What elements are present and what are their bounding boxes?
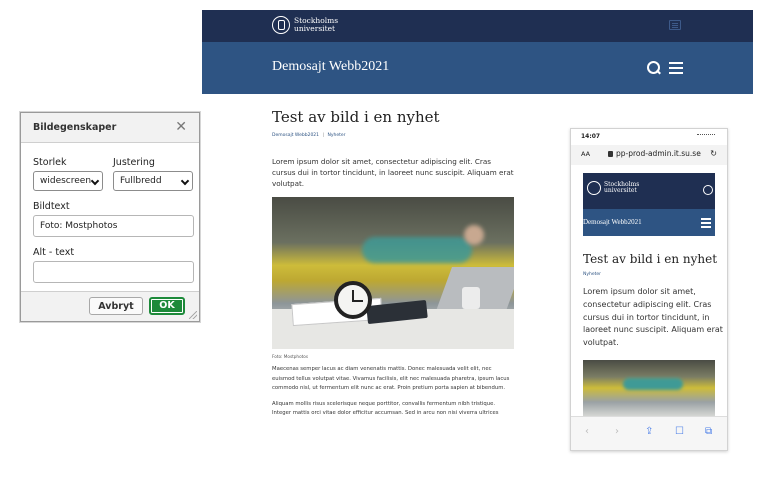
- logo-line2: universitet: [294, 24, 336, 33]
- breadcrumb-section[interactable]: Nyheter: [327, 133, 345, 138]
- mobile-preview: 14:07 AA pp-prod-admin.it.su.se ↻ Stockh…: [570, 128, 728, 451]
- forward-icon[interactable]: ›: [615, 426, 619, 437]
- breadcrumb-home[interactable]: Demosajt Webb2021: [272, 133, 319, 138]
- share-icon[interactable]: ⇪: [645, 426, 653, 437]
- site-name-link[interactable]: Demosajt Webb2021: [272, 59, 389, 75]
- phone-time: 14:07: [581, 133, 601, 140]
- site-navbar: Demosajt Webb2021: [202, 42, 753, 94]
- hamburger-menu-icon[interactable]: [701, 218, 711, 230]
- phone-url[interactable]: pp-prod-admin.it.su.se: [616, 149, 701, 158]
- photo-caption: Foto: Mostphotos: [272, 354, 309, 359]
- text-size-button[interactable]: AA: [581, 150, 590, 158]
- phone-address-bar[interactable]: AA pp-prod-admin.it.su.se ↻: [571, 145, 727, 165]
- university-seal-icon: [587, 181, 601, 195]
- lock-icon: [608, 151, 613, 157]
- phone-site-name[interactable]: Demosajt Webb2021: [583, 218, 642, 226]
- phone-site-logo[interactable]: Stockholms universitet: [587, 181, 639, 195]
- ok-button[interactable]: OK: [149, 297, 185, 315]
- close-icon[interactable]: ✕: [175, 119, 187, 135]
- caption-input[interactable]: Foto: Mostphotos: [33, 215, 194, 237]
- align-label: Justering: [113, 157, 155, 168]
- article-lead: Lorem ipsum dolor sit amet, consectetur …: [272, 157, 514, 188]
- dialog-footer: Avbryt OK: [21, 291, 199, 321]
- search-icon[interactable]: [647, 61, 661, 75]
- phone-site-navbar: Demosajt Webb2021: [583, 209, 715, 236]
- article-title: Test av bild i en nyhet: [272, 108, 440, 126]
- chevron-down-icon: [180, 176, 190, 186]
- logo-line2: universitet: [604, 187, 637, 194]
- phone-breadcrumb[interactable]: Nyheter: [583, 272, 601, 277]
- size-select[interactable]: widescreen: [33, 171, 103, 191]
- align-select[interactable]: Fullbredd: [113, 171, 193, 191]
- alarm-clock-icon: [334, 281, 372, 319]
- alt-text-input[interactable]: [33, 261, 194, 283]
- search-icon[interactable]: [703, 185, 713, 195]
- phone-site-topbar: Stockholms universitet: [583, 173, 715, 209]
- university-seal-icon: [272, 16, 290, 34]
- article: Test av bild i en nyhet Demosajt Webb202…: [272, 108, 514, 419]
- article-paragraph: Aliquam mollis risus scelerisque neque p…: [272, 400, 499, 417]
- phone-browser-toolbar: ‹ › ⇪ ☐ ⧉: [571, 416, 727, 450]
- menu-icon[interactable]: [669, 20, 681, 30]
- resize-handle-icon[interactable]: [189, 311, 197, 319]
- phone-article-photo: [583, 360, 715, 416]
- chevron-down-icon: [90, 176, 100, 186]
- tabs-icon[interactable]: ⧉: [705, 426, 712, 437]
- signal-icon: [697, 134, 715, 139]
- site-logo[interactable]: Stockholms universitet: [272, 16, 338, 34]
- breadcrumb-separator: |: [322, 133, 325, 138]
- caption-label: Bildtext: [33, 201, 70, 212]
- image-properties-dialog: Bildegenskaper ✕ Storlek widescreen Just…: [20, 112, 200, 322]
- back-icon[interactable]: ‹: [585, 426, 589, 437]
- size-label: Storlek: [33, 157, 67, 168]
- alt-text-label: Alt - text: [33, 247, 75, 258]
- site-topbar: Stockholms universitet: [202, 10, 753, 42]
- bookmarks-icon[interactable]: ☐: [675, 426, 684, 437]
- breadcrumb: Demosajt Webb2021 | Nyheter: [272, 133, 514, 138]
- hamburger-menu-icon[interactable]: [669, 62, 683, 74]
- reload-icon[interactable]: ↻: [710, 149, 717, 158]
- phone-article-lead: Lorem ipsum dolor sit amet, consectetur …: [583, 287, 723, 348]
- dialog-header: Bildegenskaper ✕: [21, 113, 199, 143]
- phone-status-bar: 14:07: [571, 129, 727, 145]
- article-paragraph: Maecenas semper lacus ac diam venenatis …: [272, 366, 510, 391]
- phone-article-title: Test av bild i en nyhet: [583, 252, 718, 266]
- dialog-title: Bildegenskaper: [33, 122, 117, 133]
- cancel-button[interactable]: Avbryt: [89, 297, 143, 315]
- article-photo: [272, 197, 514, 349]
